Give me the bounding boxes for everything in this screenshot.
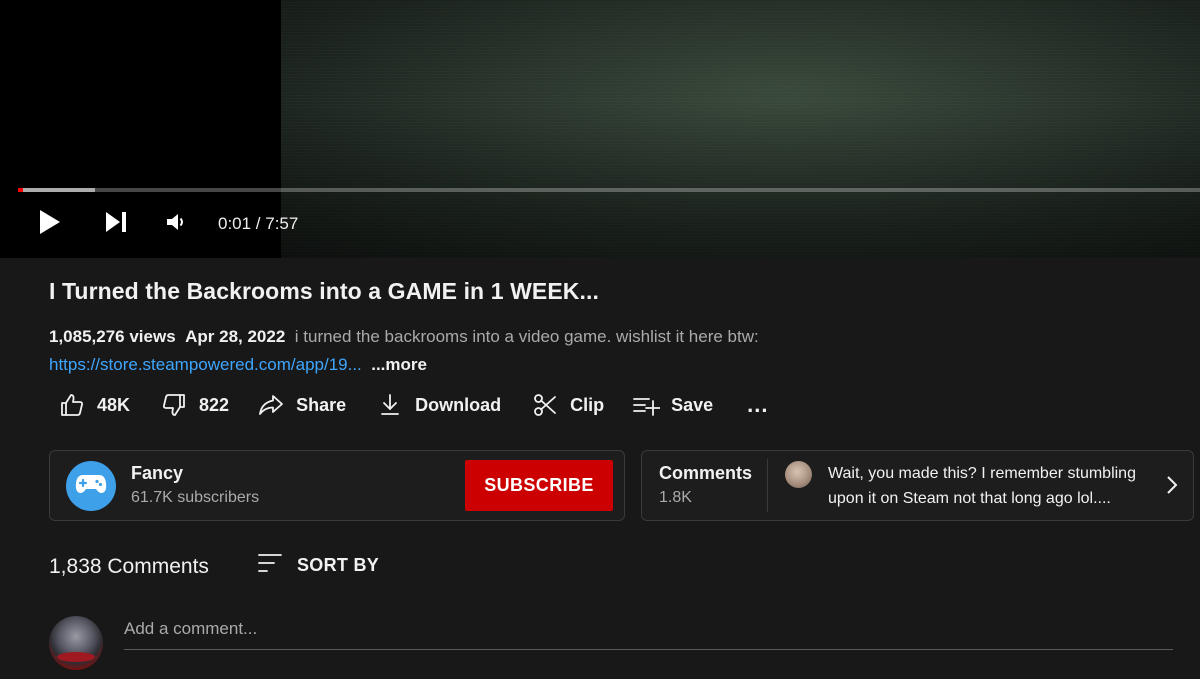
channel-avatar[interactable]	[66, 461, 116, 511]
thumbs-up-icon	[58, 391, 86, 419]
share-button[interactable]: Share	[257, 388, 346, 422]
volume-icon	[165, 211, 187, 238]
divider	[767, 459, 768, 512]
like-count: 48K	[97, 394, 131, 415]
channel-card: Fancy 61.7K subscribers SUBSCRIBE	[49, 450, 625, 521]
share-icon	[257, 391, 285, 419]
comments-preview-title: Comments	[659, 463, 753, 483]
upload-date: Apr 28, 2022	[185, 327, 286, 346]
user-avatar[interactable]	[49, 616, 103, 670]
commenter-avatar	[785, 461, 812, 488]
video-title: I Turned the Backrooms into a GAME in 1 …	[49, 278, 599, 304]
download-icon	[376, 391, 404, 419]
play-icon	[38, 209, 62, 240]
more-dots-icon: ...	[747, 392, 769, 417]
comments-preview-card[interactable]: Comments 1.8K Wait, you made this? I rem…	[641, 450, 1194, 521]
chevron-right-icon	[1162, 476, 1182, 501]
video-description[interactable]: 1,085,276 views Apr 28, 2022 i turned th…	[49, 323, 1159, 379]
play-button[interactable]	[30, 204, 70, 244]
time-display: 0:01 / 7:57	[218, 214, 299, 233]
save-label: Save	[671, 394, 714, 415]
subscriber-count: 61.7K subscribers	[131, 489, 260, 506]
clip-button[interactable]: Clip	[531, 388, 604, 422]
sort-label: SORT BY	[297, 554, 380, 575]
more-actions-button[interactable]: ...	[747, 388, 768, 422]
description-text: i turned the backrooms into a video game…	[294, 327, 759, 346]
next-icon	[104, 210, 128, 239]
next-button[interactable]	[96, 204, 136, 244]
add-comment-input[interactable]: Add a comment...	[124, 614, 1173, 650]
more-link[interactable]: ...more	[371, 355, 427, 374]
like-button[interactable]: 48K	[58, 388, 130, 422]
sort-icon	[257, 552, 283, 579]
scissors-icon	[531, 391, 559, 419]
view-count: 1,085,276 views	[49, 327, 176, 346]
playlist-add-icon	[632, 391, 661, 419]
gamepad-icon	[74, 471, 108, 502]
progress-bar[interactable]	[18, 188, 1200, 192]
share-label: Share	[296, 394, 347, 415]
comments-count: 1,838 Comments	[49, 555, 209, 578]
steam-link[interactable]: https://store.steampowered.com/app/19...	[49, 355, 362, 374]
dislike-count: 822	[199, 394, 230, 415]
volume-button[interactable]	[156, 204, 196, 244]
video-player[interactable]: 0:01 / 7:57	[0, 0, 1200, 258]
download-label: Download	[415, 394, 502, 415]
subscribe-button[interactable]: SUBSCRIBE	[465, 460, 613, 511]
clip-label: Clip	[570, 394, 605, 415]
player-controls: 0:01 / 7:57	[0, 204, 1200, 244]
download-button[interactable]: Download	[376, 388, 501, 422]
thumbs-down-icon	[160, 391, 188, 419]
expand-comments-button[interactable]	[1162, 473, 1182, 497]
progress-buffer	[18, 188, 95, 192]
action-bar: 48K 822 Share Download Clip Save ...	[58, 388, 769, 422]
save-button[interactable]: Save	[632, 388, 713, 422]
comments-preview-count: 1.8K	[659, 489, 692, 506]
channel-name[interactable]: Fancy	[131, 463, 183, 484]
progress-played	[18, 188, 23, 192]
sort-button[interactable]: SORT BY	[257, 550, 379, 580]
dislike-button[interactable]: 822	[160, 388, 229, 422]
avatar-decoration	[57, 652, 95, 662]
top-comment-text: Wait, you made this? I remember stumblin…	[828, 465, 1136, 507]
